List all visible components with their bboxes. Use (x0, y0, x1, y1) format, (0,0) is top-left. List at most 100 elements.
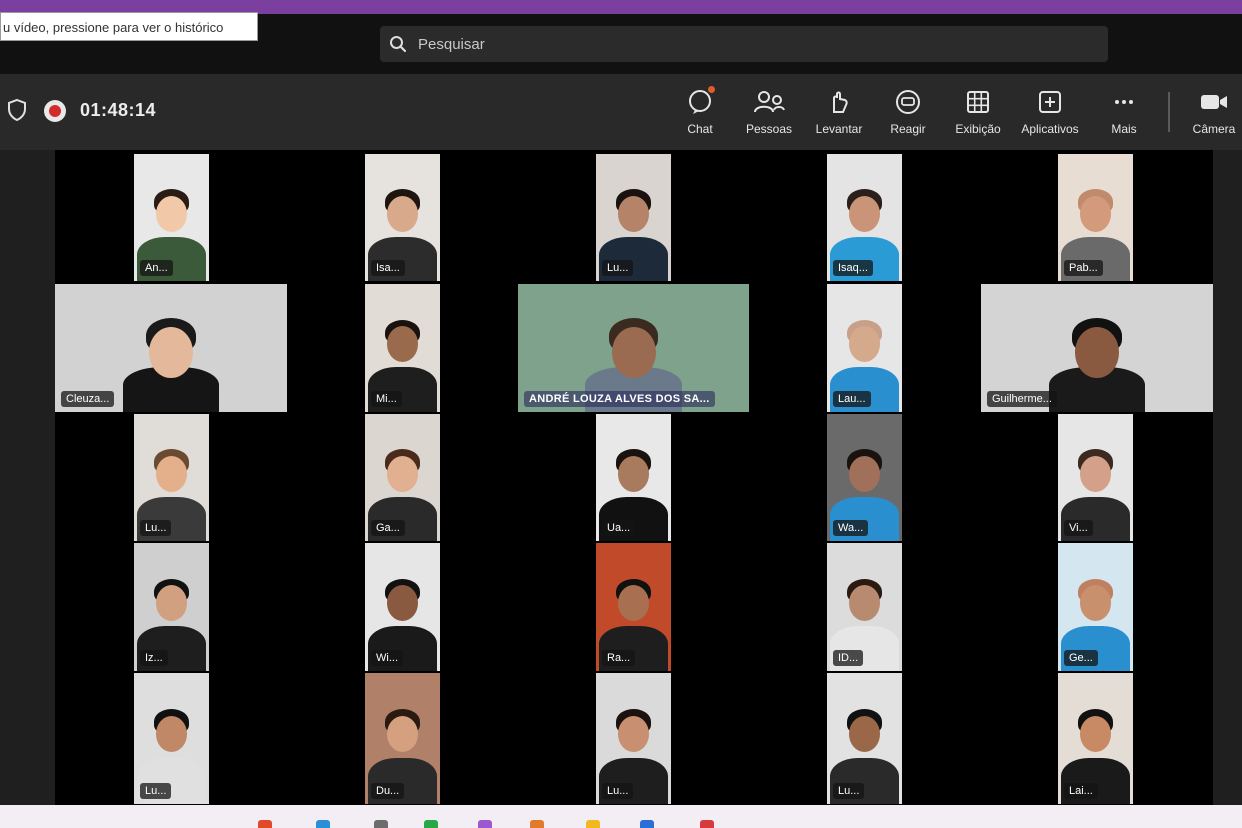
participant-name: Isa... (371, 260, 405, 276)
participant-tile[interactable]: Ra... (596, 543, 671, 671)
participant-name: Iz... (140, 650, 168, 666)
participant-face (1079, 715, 1112, 753)
participant-face (848, 195, 881, 232)
participant-tile[interactable]: Ga... (365, 414, 440, 541)
participant-name: An... (140, 260, 173, 276)
participant-name: Lai... (1064, 783, 1098, 799)
participant-name: Du... (371, 783, 405, 799)
taskbar-app-icon[interactable] (424, 820, 438, 828)
participant-name: ANDRÉ LOUZA ALVES DOS SA... (524, 391, 715, 407)
participant-tile[interactable]: Lu... (827, 673, 902, 804)
participant-name: ID... (833, 650, 864, 666)
participant-tile[interactable]: Isa... (365, 154, 440, 281)
participant-face (1075, 327, 1119, 379)
participant-tile[interactable]: Isaq... (827, 154, 902, 281)
taskbar-app-icon[interactable] (586, 820, 600, 828)
participant-tile[interactable]: Ge... (1058, 543, 1133, 671)
participant-tile[interactable]: Mi... (365, 284, 440, 412)
search-icon (380, 35, 416, 53)
more-button[interactable]: Mais (1090, 88, 1158, 140)
taskbar-app-icon[interactable] (374, 820, 388, 828)
participant-face (155, 195, 188, 232)
camera-icon (1201, 95, 1227, 109)
hand-icon (833, 91, 848, 113)
participant-tile[interactable]: Lu... (596, 154, 671, 281)
chat-icon (689, 90, 711, 114)
chat-button[interactable]: Chat (666, 88, 734, 140)
participant-name: Wi... (371, 650, 403, 666)
participant-tile[interactable]: Lu... (134, 673, 209, 804)
participant-face (1079, 195, 1112, 232)
participant-tile[interactable]: Iz... (134, 543, 209, 671)
shield-icon (6, 98, 28, 127)
participant-name: Lu... (140, 783, 172, 799)
participant-face (386, 455, 419, 492)
participant-face (1079, 455, 1112, 492)
people-icon (754, 91, 785, 113)
participant-tile[interactable]: Wi... (365, 543, 440, 671)
participant-face (386, 715, 419, 753)
apps-button[interactable]: Aplicativos (1016, 88, 1084, 140)
participant-tile[interactable]: ANDRÉ LOUZA ALVES DOS SA... (518, 284, 749, 412)
taskbar-app-icon[interactable] (700, 820, 714, 828)
right-margin (1213, 150, 1242, 805)
participant-name: Lu... (602, 783, 634, 799)
camera-button[interactable]: Câmera (1180, 88, 1242, 140)
participant-face (155, 715, 188, 753)
participant-tile[interactable]: Du... (365, 673, 440, 804)
recording-icon (44, 100, 66, 122)
add-app-icon (1039, 91, 1061, 113)
participant-name: Lau... (833, 391, 871, 407)
participant-tile[interactable]: Lau... (827, 284, 902, 412)
participant-tile[interactable]: ID... (827, 543, 902, 671)
taskbar-app-icon[interactable] (258, 820, 272, 828)
participant-tile[interactable]: Ua... (596, 414, 671, 541)
taskbar-app-icon[interactable] (640, 820, 654, 828)
participant-tile[interactable]: Lu... (596, 673, 671, 804)
participant-name: Wa... (833, 520, 869, 536)
participant-face (848, 455, 881, 492)
participant-tile[interactable]: Pab... (1058, 154, 1133, 281)
meeting-timer: 01:48:14 (80, 100, 157, 120)
participant-tile[interactable]: Lu... (134, 414, 209, 541)
people-button[interactable]: Pessoas (735, 88, 803, 140)
participant-name: Vi... (1064, 520, 1093, 536)
os-taskbar (0, 805, 1242, 828)
left-margin (0, 150, 55, 805)
participant-tile[interactable]: Guilherme... (981, 284, 1213, 412)
participant-tile[interactable]: An... (134, 154, 209, 281)
view-button[interactable]: Exibição (944, 88, 1012, 140)
search-input[interactable] (416, 34, 1020, 54)
raise-hand-button[interactable]: Levantar (805, 88, 873, 140)
participant-name: Lu... (140, 520, 172, 536)
participant-face (617, 455, 650, 492)
participant-tile[interactable]: Lai... (1058, 673, 1133, 804)
participant-tile[interactable]: Vi... (1058, 414, 1133, 541)
participant-name: Isaq... (833, 260, 873, 276)
participant-name: Mi... (371, 391, 402, 407)
participant-name: Pab... (1064, 260, 1103, 276)
participant-face (617, 195, 650, 232)
emoji-icon (896, 90, 920, 114)
taskbar-app-icon[interactable] (530, 820, 544, 828)
participant-tile[interactable]: Cleuza... (55, 284, 287, 412)
participant-name: Ua... (602, 520, 636, 536)
participant-face (848, 715, 881, 753)
participant-name: Lu... (602, 260, 634, 276)
participant-name: Ga... (371, 520, 405, 536)
participant-face (386, 195, 419, 232)
participant-tile[interactable]: Wa... (827, 414, 902, 541)
participant-face (617, 715, 650, 753)
participant-name: Ra... (602, 650, 636, 666)
taskbar-app-icon[interactable] (478, 820, 492, 828)
participant-name: Ge... (1064, 650, 1098, 666)
react-button[interactable]: Reagir (874, 88, 942, 140)
participant-face (155, 455, 188, 492)
more-icon (1115, 100, 1133, 104)
participant-face (611, 327, 656, 379)
participant-name: Cleuza... (61, 391, 115, 407)
participant-name: Lu... (833, 783, 865, 799)
taskbar-app-icon[interactable] (316, 820, 330, 828)
participant-face (149, 327, 193, 379)
search-bar[interactable] (380, 26, 1108, 62)
